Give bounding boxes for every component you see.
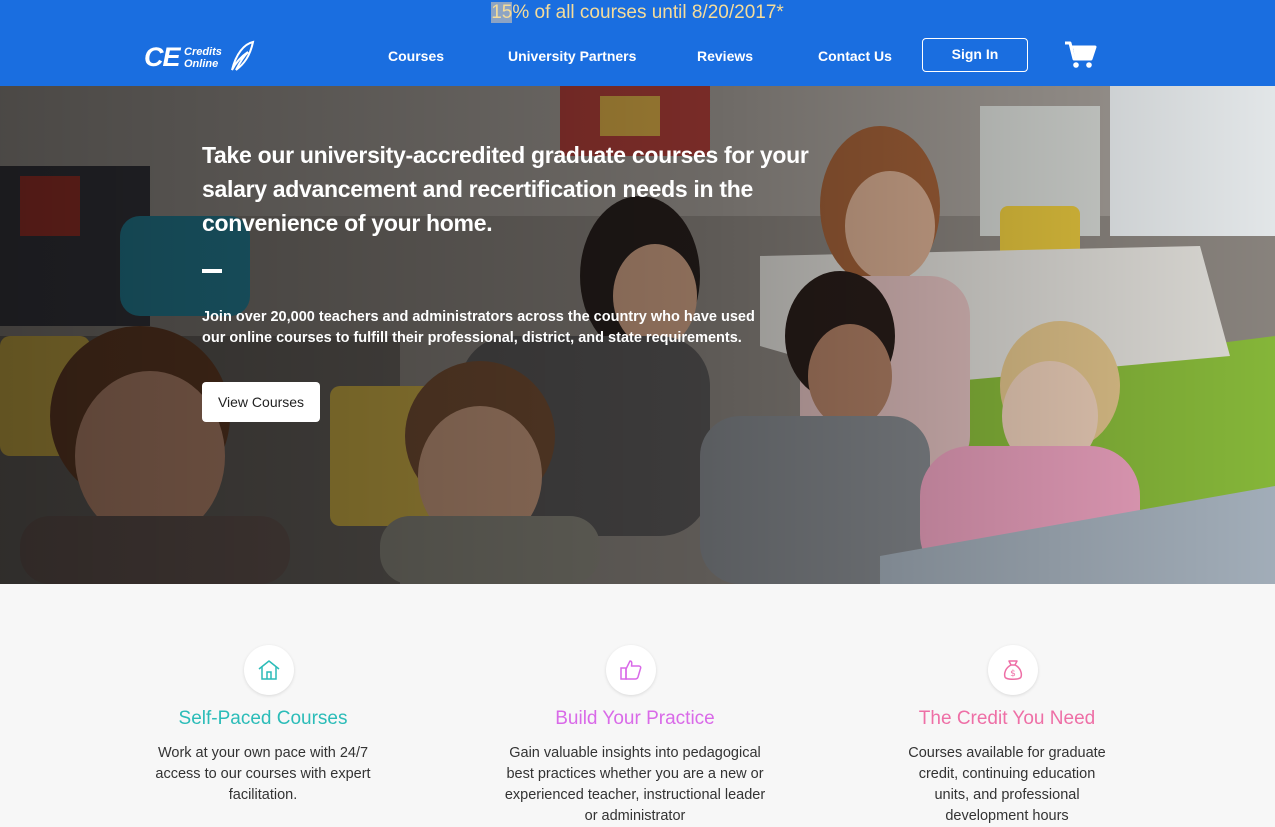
svg-text:$: $ [1010,669,1016,679]
promo-banner: 15% of all courses until 8/20/2017* [0,0,1275,26]
house-icon [258,660,280,680]
feature-title: Build Your Practice [555,708,715,729]
logo-online: Online [184,58,219,70]
hero-title: Take our university-accredited graduate … [202,142,809,236]
promo-text: % of all courses until 8/20/2017* [512,2,784,23]
logo-credits: Credits [184,46,222,58]
feature-title: Self-Paced Courses [178,708,348,729]
hero-section: Take our university-accredited graduate … [0,86,1275,584]
logo-ce: CE [144,42,181,72]
hero-subtitle: Join over 20,000 teachers and administra… [202,309,755,346]
feature-icon-circle: $ [988,645,1038,695]
feature-text: Work at your own pace with 24/7 access t… [155,745,371,803]
hero-divider [202,269,222,273]
feature-icon-circle [244,645,294,695]
promo-highlight: 15 [491,2,513,23]
nav-university-partners[interactable]: University Partners [508,47,636,65]
shopping-cart-icon[interactable] [1064,40,1098,75]
feature-text: Courses available for graduate credit, c… [908,745,1106,824]
thumbs-up-icon [620,660,642,680]
quill-icon [231,40,255,71]
site-header: 15% of all courses until 8/20/2017* CE C… [0,0,1275,86]
nav-courses[interactable]: Courses [388,47,444,65]
feature-text: Gain valuable insights into pedagogical … [504,745,766,824]
nav-contact-us[interactable]: Contact Us [818,47,892,65]
site-logo[interactable]: CE Credits Online [144,40,264,76]
money-bag-icon: $ [1003,660,1023,680]
feature-icon-circle [606,645,656,695]
feature-title: The Credit You Need [918,708,1096,729]
nav-reviews[interactable]: Reviews [697,47,753,65]
view-courses-button[interactable]: View Courses [202,382,320,422]
sign-in-button[interactable]: Sign In [922,38,1028,72]
